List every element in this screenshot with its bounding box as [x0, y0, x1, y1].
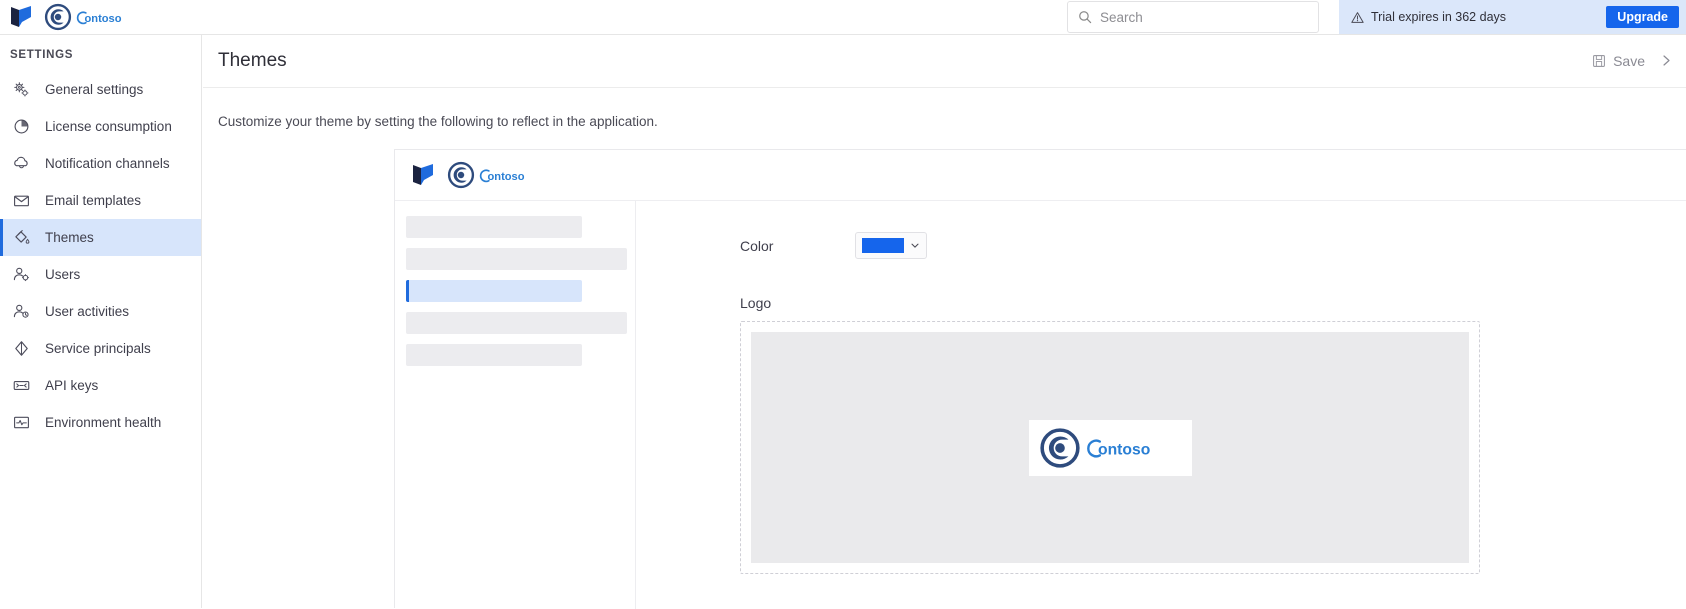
app-logo-icon: [11, 6, 31, 27]
sidebar-item-themes[interactable]: Themes: [0, 219, 201, 256]
color-swatch: [862, 238, 904, 253]
preview-sidebar: [395, 201, 636, 609]
search-icon: [1079, 11, 1092, 24]
warning-triangle-icon: [1351, 11, 1364, 23]
page-header: Themes Save: [203, 35, 1686, 88]
chevron-right-icon: [1663, 54, 1670, 66]
gears-icon: [14, 82, 29, 97]
user-clock-icon: [13, 304, 29, 318]
diamond-icon: [15, 341, 28, 356]
trial-banner: Trial expires in 362 days Upgrade: [1339, 0, 1686, 34]
svg-text:ontoso: ontoso: [488, 171, 525, 183]
collapse-panel-button[interactable]: [1659, 52, 1674, 71]
contoso-mark-icon: [44, 3, 72, 31]
app-logo-icon: [413, 164, 433, 185]
sidebar-item-service-principals[interactable]: Service principals: [0, 330, 201, 367]
svg-text:ontoso: ontoso: [1098, 441, 1150, 458]
sidebar-item-label: Notification channels: [45, 156, 170, 171]
envelope-icon: [14, 195, 29, 207]
settings-sidebar: SETTINGS General settings License consum…: [0, 35, 202, 608]
page-title: Themes: [218, 50, 287, 71]
upgrade-button[interactable]: Upgrade: [1606, 5, 1679, 29]
uploaded-logo: ontoso: [1028, 419, 1192, 476]
logo-preview-area: ontoso: [751, 332, 1469, 563]
sidebar-item-label: General settings: [45, 82, 144, 97]
pie-chart-icon: [14, 119, 29, 134]
preview-body: Color Logo ontoso: [395, 201, 1686, 609]
trial-expiry-text: Trial expires in 362 days: [1371, 10, 1507, 24]
pulse-icon: [14, 416, 29, 429]
contoso-logo: ontoso: [44, 3, 144, 31]
color-field-row: Color: [740, 232, 1686, 259]
search-input[interactable]: [1100, 9, 1308, 25]
preview-brand: ontoso: [410, 161, 547, 189]
sidebar-item-email-templates[interactable]: Email templates: [0, 182, 201, 219]
sidebar-item-notification-channels[interactable]: Notification channels: [0, 145, 201, 182]
paint-bucket-icon: [15, 230, 30, 244]
sidebar-item-label: License consumption: [45, 119, 172, 134]
color-picker-select[interactable]: [855, 232, 927, 259]
main-content: Themes Save Customize your theme by sett…: [203, 35, 1686, 609]
preview-nav-placeholder-active: [406, 280, 582, 302]
preview-nav-placeholder: [406, 312, 627, 334]
contoso-mark-icon: [1039, 427, 1080, 468]
page-description: Customize your theme by setting the foll…: [218, 114, 658, 129]
sidebar-item-label: Email templates: [45, 193, 142, 208]
chevron-down-icon: [911, 243, 919, 248]
preview-top-bar: ontoso: [395, 150, 1686, 201]
svg-text:ontoso: ontoso: [85, 13, 122, 25]
page-header-actions: Save: [1592, 52, 1678, 71]
user-gear-icon: [13, 267, 29, 282]
app-brand[interactable]: ontoso: [0, 0, 144, 34]
sidebar-item-license-consumption[interactable]: License consumption: [0, 108, 201, 145]
sidebar-heading: SETTINGS: [10, 49, 74, 61]
logo-field-label: Logo: [740, 295, 772, 311]
contoso-wordmark-icon: ontoso: [76, 10, 122, 25]
sidebar-item-user-activities[interactable]: User activities: [0, 293, 201, 330]
sidebar-item-api-keys[interactable]: API keys: [0, 367, 201, 404]
search-box[interactable]: [1067, 1, 1319, 33]
sidebar-item-label: Service principals: [45, 341, 151, 356]
bell-cloud-icon: [14, 156, 28, 169]
top-bar: ontoso Trial expires in 362 days Upgrade: [0, 0, 1686, 34]
floppy-save-icon: [1593, 55, 1606, 67]
color-field-label: Color: [740, 237, 774, 254]
preview-nav-placeholder: [406, 344, 582, 366]
preview-settings-form: Color Logo ontoso: [636, 201, 1686, 609]
sidebar-item-label: User activities: [45, 304, 130, 319]
logo-dropzone[interactable]: ontoso: [740, 321, 1480, 574]
sidebar-item-label: Users: [45, 267, 81, 282]
sidebar-item-label: Environment health: [45, 415, 162, 430]
theme-preview-panel: ontoso Color Logo ontoso: [394, 149, 1686, 609]
sidebar-item-users[interactable]: Users: [0, 256, 201, 293]
contoso-mark-icon: [447, 161, 475, 189]
preview-nav-placeholder: [406, 216, 582, 238]
save-button-label: Save: [1613, 53, 1645, 69]
preview-nav-placeholder: [406, 248, 627, 270]
sidebar-item-general-settings[interactable]: General settings: [0, 71, 201, 108]
save-button[interactable]: Save: [1592, 53, 1645, 69]
sidebar-item-label: Themes: [45, 230, 94, 245]
sidebar-item-label: API keys: [45, 378, 99, 393]
contoso-wordmark-icon: ontoso: [479, 168, 525, 183]
contoso-logo: ontoso: [447, 161, 547, 189]
key-card-icon: [13, 380, 30, 391]
contoso-wordmark-icon: ontoso: [1086, 438, 1150, 458]
sidebar-item-environment-health[interactable]: Environment health: [0, 404, 201, 441]
